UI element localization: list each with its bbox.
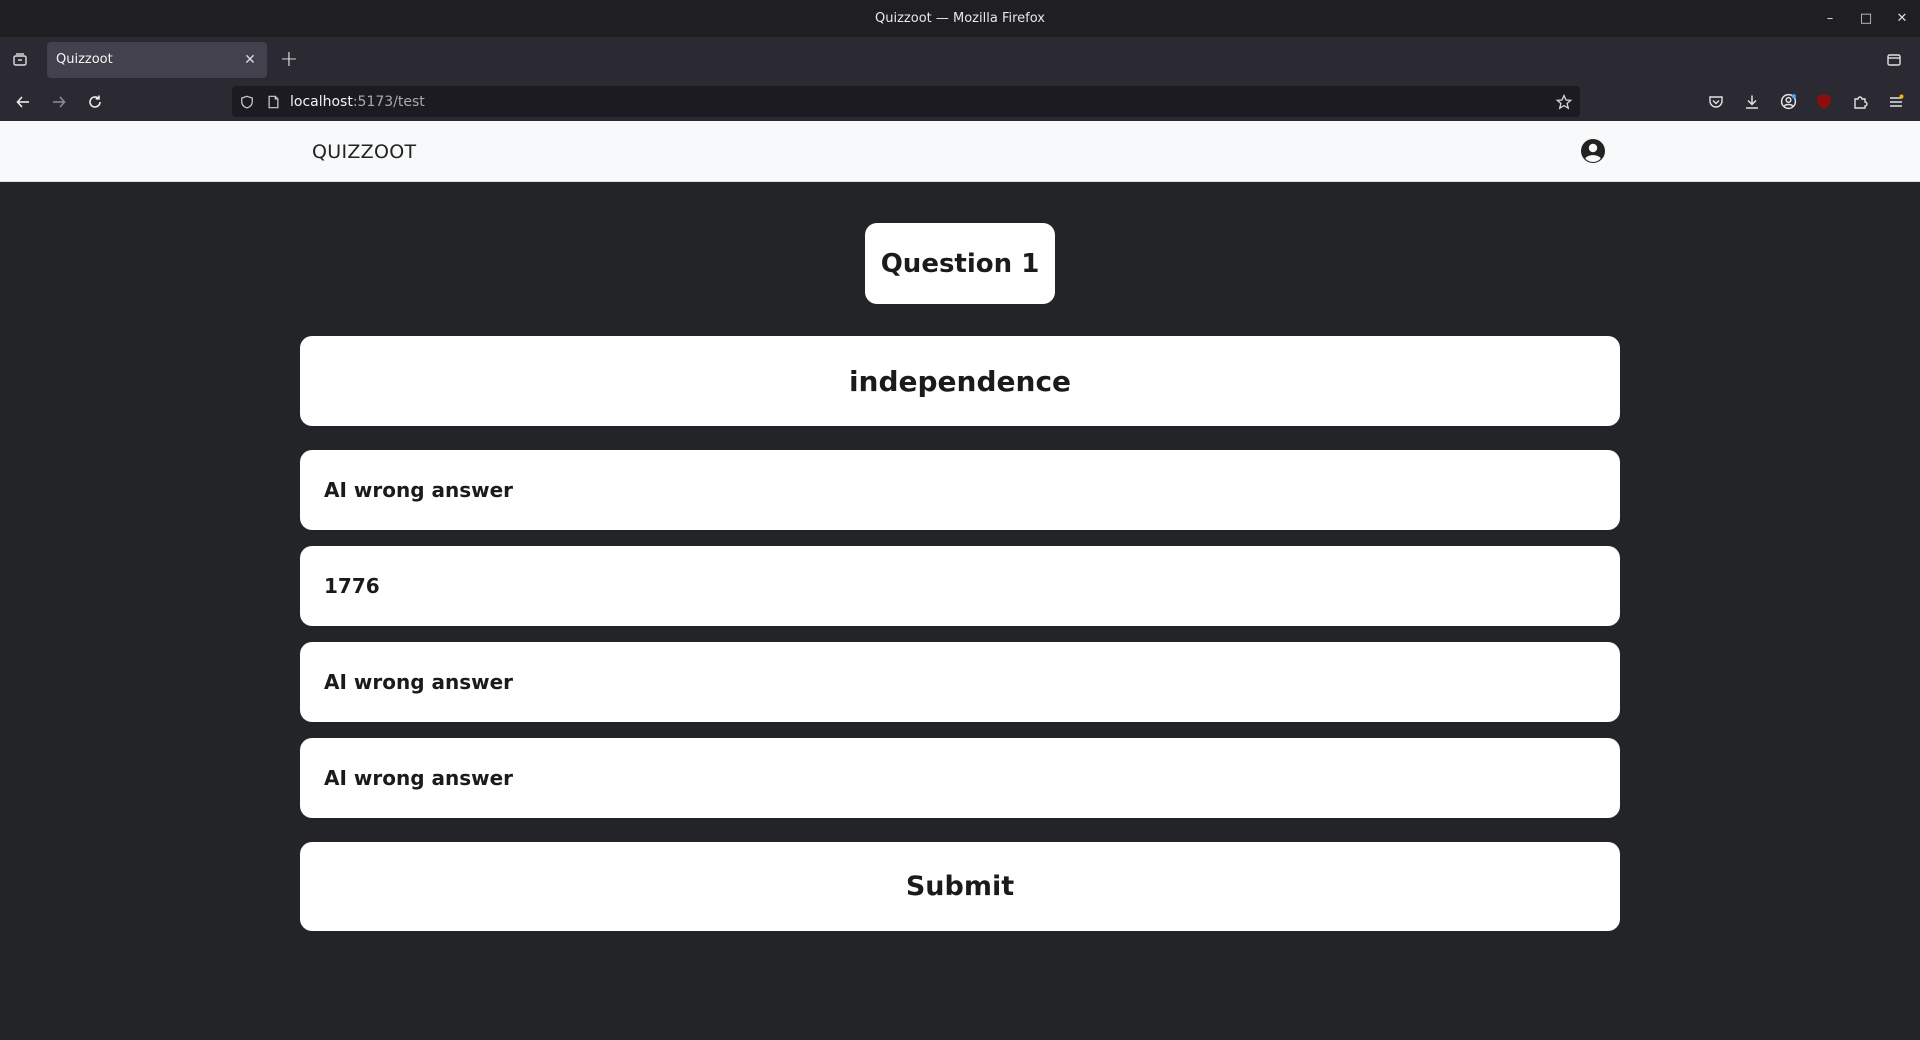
url-path: :5173/test <box>352 93 425 110</box>
tab-strip: Quizzoot ✕ + <box>0 37 1920 82</box>
brand-logo[interactable]: QUIZZOOT <box>312 121 416 182</box>
submit-button[interactable]: Submit <box>300 842 1620 931</box>
account-icon[interactable] <box>1770 86 1806 118</box>
forward-arrow-icon[interactable] <box>41 86 77 118</box>
close-window-button[interactable]: ✕ <box>1884 0 1920 37</box>
extensions-icon[interactable] <box>1842 86 1878 118</box>
answer-option-1[interactable]: AI wrong answer <box>300 450 1620 530</box>
tab-title: Quizzoot <box>56 52 113 67</box>
answer-option-label: AI wrong answer <box>324 670 514 694</box>
page-info-icon[interactable] <box>262 95 284 109</box>
tracking-shield-icon[interactable] <box>232 95 262 109</box>
bookmark-star-icon[interactable] <box>1556 86 1572 117</box>
answer-option-4[interactable]: AI wrong answer <box>300 738 1620 818</box>
firefox-view-icon[interactable] <box>1876 44 1912 76</box>
back-arrow-icon[interactable] <box>5 86 41 118</box>
window-controls: – □ ✕ <box>1812 0 1920 37</box>
window-titlebar: Quizzoot — Mozilla Firefox – □ ✕ <box>0 0 1920 37</box>
new-tab-button[interactable]: + <box>271 42 307 78</box>
answer-option-label: AI wrong answer <box>324 478 514 502</box>
tabstrip-right <box>1876 37 1912 82</box>
tab-list-icon[interactable] <box>0 37 40 82</box>
pocket-icon[interactable] <box>1698 86 1734 118</box>
answer-option-2[interactable]: 1776 <box>300 546 1620 626</box>
question-prompt: independence <box>300 336 1620 426</box>
maximize-button[interactable]: □ <box>1848 0 1884 37</box>
app-header: QUIZZOOT <box>0 121 1920 182</box>
ublock-icon[interactable] <box>1806 86 1842 118</box>
window-title: Quizzoot — Mozilla Firefox <box>875 11 1045 26</box>
question-number-badge: Question 1 <box>865 223 1055 304</box>
url-host: localhost <box>290 93 353 110</box>
reload-icon[interactable] <box>77 86 113 118</box>
url-text: localhost:5173/test <box>290 94 425 110</box>
url-bar[interactable]: localhost:5173/test <box>232 86 1580 117</box>
user-profile-icon[interactable] <box>1580 138 1606 164</box>
tab-quizzoot[interactable]: Quizzoot ✕ <box>47 41 267 78</box>
page-viewport: QUIZZOOT Question 1 independence AI wron… <box>0 121 1920 1040</box>
hamburger-menu-icon[interactable] <box>1878 86 1914 118</box>
answer-option-label: AI wrong answer <box>324 766 514 790</box>
answer-option-3[interactable]: AI wrong answer <box>300 642 1620 722</box>
downloads-icon[interactable] <box>1734 86 1770 118</box>
close-tab-icon[interactable]: ✕ <box>242 52 258 68</box>
toolbar-right <box>1698 82 1914 121</box>
navigation-toolbar: localhost:5173/test <box>0 82 1920 121</box>
answer-option-label: 1776 <box>324 574 380 598</box>
minimize-button[interactable]: – <box>1812 0 1848 37</box>
